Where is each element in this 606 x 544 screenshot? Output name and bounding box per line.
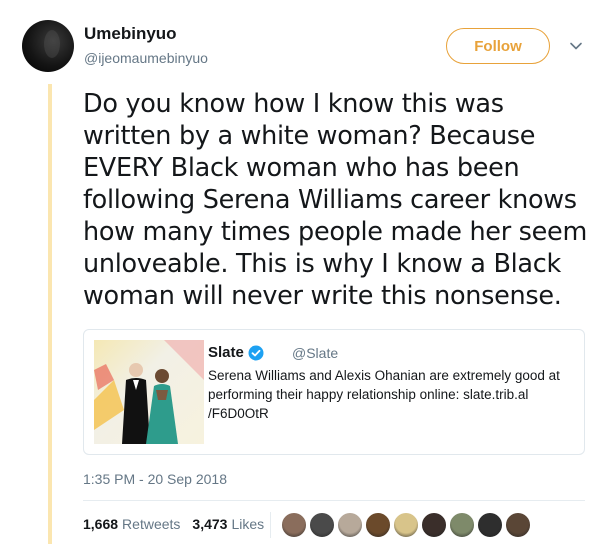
liker-avatar[interactable] [421,512,447,538]
retweets-label[interactable]: Retweets [122,516,180,532]
avatar[interactable] [22,20,74,72]
liker-avatar[interactable] [393,512,419,538]
divider [83,500,585,501]
tweet-line: Do you know how I know this was [83,89,504,119]
tweet-line: unloveable. This is why I know a Black [83,249,561,279]
display-name[interactable]: Umebinyuo [84,24,177,44]
quote-author[interactable]: Slate [208,344,264,361]
liker-avatar[interactable] [281,512,307,538]
quote-photo[interactable] [94,340,204,444]
quote-handle[interactable]: @Slate [292,345,338,361]
chevron-down-icon[interactable] [568,38,584,54]
stats-divider [270,512,271,538]
tweet-stats: 1,668 Retweets 3,473 Likes [83,516,276,532]
quote-line: Serena Williams and Alexis Ohanian are e… [208,368,560,383]
liker-avatar[interactable] [505,512,531,538]
tweet-line: woman will never write this nonsense. [83,281,562,311]
couple-photo-icon [94,340,204,444]
liker-avatar[interactable] [365,512,391,538]
thread-line [48,84,52,544]
follow-button[interactable]: Follow [446,28,550,64]
retweets-count[interactable]: 1,668 [83,516,118,532]
tweet-timestamp[interactable]: 1:35 PM - 20 Sep 2018 [83,471,227,487]
likes-label[interactable]: Likes [231,516,264,532]
quote-line: /F6D0OtR [208,406,269,421]
tweet-line: following Serena Williams career knows [83,185,577,215]
liker-avatar[interactable] [449,512,475,538]
tweet-line: written by a white woman? Because [83,121,536,151]
liker-avatar[interactable] [309,512,335,538]
tweet-line: EVERY Black woman who has been [83,153,520,183]
likes-count[interactable]: 3,473 [192,516,227,532]
verified-icon [248,345,264,360]
liker-avatar[interactable] [477,512,503,538]
user-handle[interactable]: @ijeomaumebinyuo [84,50,208,66]
quote-body: Serena Williams and Alexis Ohanian are e… [208,366,578,423]
quote-author-name[interactable]: Slate [208,344,244,361]
tweet-text: Do you know how I know this was written … [83,88,593,312]
liker-avatar[interactable] [337,512,363,538]
tweet-line: how many times people made her seem [83,217,587,247]
quote-line: performing their happy relationship onli… [208,387,529,402]
quoted-tweet-card[interactable]: Slate @Slate Serena Williams and Alexis … [83,329,585,455]
